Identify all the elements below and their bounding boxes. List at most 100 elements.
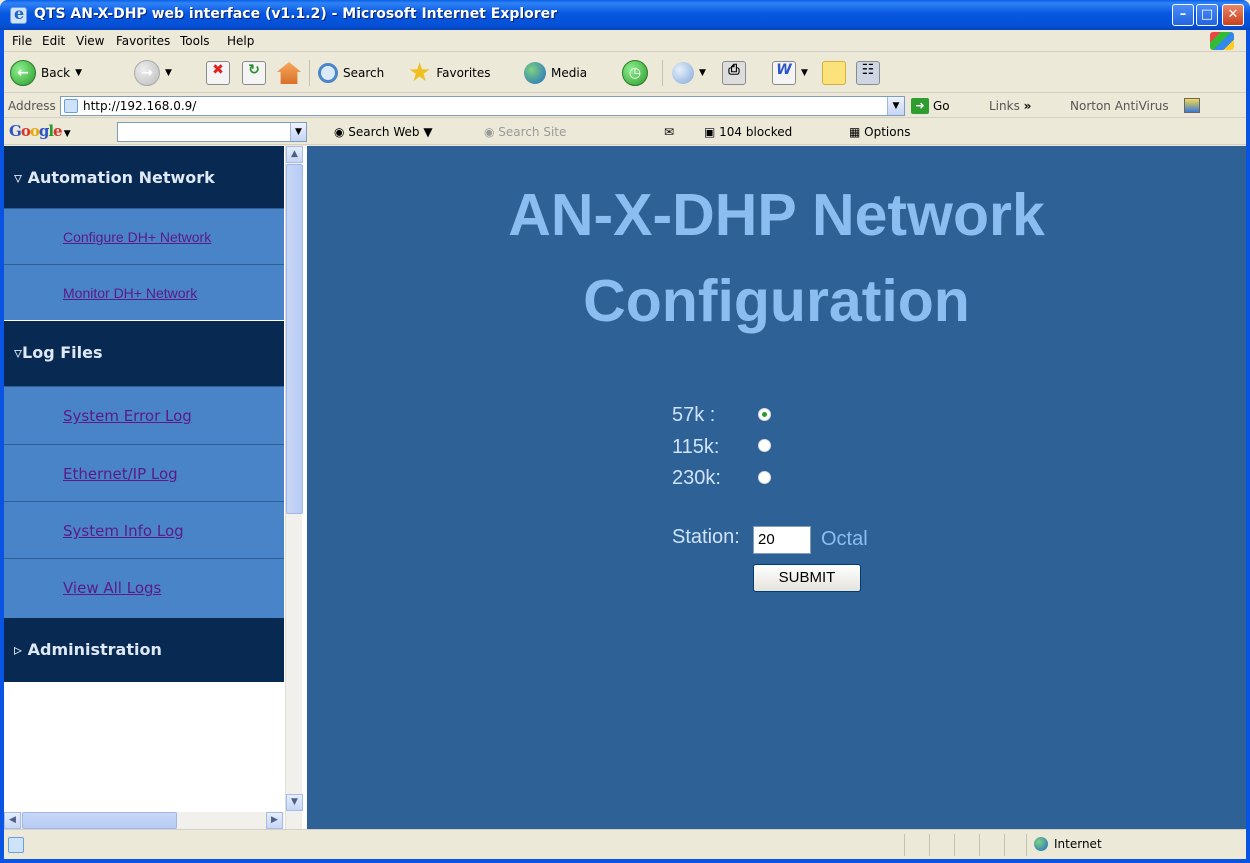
sidebar-item-configure-dh[interactable]: Configure DH+ Network <box>4 208 284 264</box>
menu-favorites[interactable]: Favorites <box>116 34 170 48</box>
links-button[interactable]: Links » <box>989 99 1031 113</box>
submit-button[interactable]: SUBMIT <box>753 564 861 592</box>
google-logo[interactable]: Google ▼ <box>9 122 71 140</box>
forward-dropdown-icon[interactable]: ▼ <box>165 68 172 78</box>
vertical-scrollbar[interactable]: ▲ ▼ <box>285 146 303 829</box>
favorites-button[interactable]: ★ Favorites <box>408 59 491 87</box>
search-site-label: Search Site <box>498 125 567 139</box>
system-error-log-link[interactable]: System Error Log <box>63 407 192 425</box>
mail-icon <box>672 62 694 84</box>
horizontal-scroll-thumb[interactable] <box>22 812 177 829</box>
popup-blocker-button[interactable]: ▣ 104 blocked <box>704 125 792 139</box>
sidebar-item-monitor-dh[interactable]: Monitor DH+ Network <box>4 264 284 320</box>
monitor-dh-link[interactable]: Monitor DH+ Network <box>63 285 197 301</box>
options-label: Options <box>864 125 911 139</box>
sidebar-item-system-error-log[interactable]: System Error Log <box>4 386 284 444</box>
vertical-scroll-thumb[interactable] <box>286 164 303 514</box>
news-icon[interactable]: ✉ <box>664 125 674 139</box>
mail-dropdown-icon[interactable]: ▼ <box>699 68 706 78</box>
stop-button[interactable]: ✖ <box>206 59 230 87</box>
station-input[interactable]: 20 <box>753 526 811 554</box>
view-all-logs-link[interactable]: View All Logs <box>63 579 161 597</box>
history-icon: ◷ <box>622 60 648 86</box>
edit-button[interactable]: W ▼ <box>772 59 808 87</box>
media-icon <box>524 62 546 84</box>
configure-dh-link[interactable]: Configure DH+ Network <box>63 229 211 245</box>
status-bar: Internet <box>4 829 1246 859</box>
forward-button[interactable]: → ▼ <box>134 59 172 87</box>
note-icon <box>822 61 846 85</box>
maximize-button[interactable]: □ <box>1196 4 1218 26</box>
window-title: QTS AN-X-DHP web interface (v1.1.2) - Mi… <box>34 6 558 22</box>
horizontal-scrollbar[interactable]: ◀ ▶ <box>4 812 284 829</box>
address-input[interactable]: http://192.168.0.9/ ▼ <box>60 96 905 116</box>
page-title: AN-X-DHP Network Configuration <box>307 172 1246 344</box>
scroll-down-icon[interactable]: ▼ <box>286 794 303 811</box>
section-log-files[interactable]: ▿Log Files <box>4 321 284 386</box>
print-button[interactable]: ⎙ <box>722 59 746 87</box>
discuss-button[interactable] <box>822 59 846 87</box>
title-bar[interactable]: QTS AN-X-DHP web interface (v1.1.2) - Mi… <box>0 0 1250 30</box>
norton-icon[interactable] <box>1184 98 1200 113</box>
media-button[interactable]: Media <box>524 59 587 87</box>
status-separator <box>954 834 955 856</box>
scroll-up-icon[interactable]: ▲ <box>286 146 303 163</box>
back-dropdown-icon[interactable]: ▼ <box>75 68 82 78</box>
norton-antivirus-button[interactable]: Norton AntiVirus <box>1070 99 1169 113</box>
links-chevron-icon: » <box>1023 99 1032 113</box>
go-button[interactable]: ➜ Go <box>911 98 950 114</box>
menu-tools[interactable]: Tools <box>180 34 210 48</box>
search-site-button[interactable]: ◉ Search Site <box>484 125 566 139</box>
sidebar: ▿ Automation Network Configure DH+ Netwo… <box>4 146 284 829</box>
home-button[interactable] <box>277 59 301 87</box>
baud-115k-radio[interactable] <box>758 439 771 452</box>
baud-57k-radio[interactable] <box>758 408 771 421</box>
options-button[interactable]: ▦ Options <box>849 125 910 139</box>
scroll-left-icon[interactable]: ◀ <box>4 812 21 829</box>
menu-view[interactable]: View <box>76 34 104 48</box>
address-url[interactable]: http://192.168.0.9/ <box>83 99 196 113</box>
sidebar-item-system-info-log[interactable]: System Info Log <box>4 501 284 558</box>
minimize-button[interactable]: – <box>1172 4 1194 26</box>
favorites-star-icon: ★ <box>408 58 432 88</box>
links-label: Links <box>989 99 1020 113</box>
search-web-button[interactable]: ◉ Search Web ▼ <box>334 125 433 139</box>
print-icon: ⎙ <box>722 61 746 85</box>
browser-window: QTS AN-X-DHP web interface (v1.1.2) - Mi… <box>0 0 1250 863</box>
baud-115k-label: 115k: <box>672 436 720 458</box>
section-administration[interactable]: ▹ Administration <box>4 618 284 682</box>
research-button[interactable]: ☷ <box>856 59 880 87</box>
window-frame: File Edit View Favorites Tools Help ← Ba… <box>4 30 1246 859</box>
scroll-right-icon[interactable]: ▶ <box>266 812 283 829</box>
home-icon <box>277 62 301 84</box>
history-button[interactable]: ◷ <box>622 59 648 87</box>
edit-dropdown-icon[interactable]: ▼ <box>801 68 808 78</box>
menu-file[interactable]: File <box>12 34 32 48</box>
station-unit-label: Octal <box>821 528 868 550</box>
menu-edit[interactable]: Edit <box>42 34 65 48</box>
system-info-log-link[interactable]: System Info Log <box>63 522 184 540</box>
address-label: Address <box>8 99 56 113</box>
go-label: Go <box>933 99 950 113</box>
google-dropdown-icon[interactable]: ▼ <box>290 123 306 141</box>
back-button[interactable]: ← Back ▼ <box>10 59 82 87</box>
status-separator <box>1026 834 1027 856</box>
sidebar-item-ethernet-ip-log[interactable]: Ethernet/IP Log <box>4 444 284 501</box>
heading-line-2: Configuration <box>583 268 970 334</box>
close-button[interactable]: ✕ <box>1222 4 1244 26</box>
menu-help[interactable]: Help <box>227 34 254 48</box>
search-icon <box>318 63 338 83</box>
toolbar-separator <box>662 60 663 86</box>
baud-230k-radio[interactable] <box>758 471 771 484</box>
search-label: Search <box>343 66 385 80</box>
refresh-button[interactable]: ↻ <box>242 59 266 87</box>
windows-logo-icon <box>1210 32 1234 50</box>
address-dropdown-icon[interactable]: ▼ <box>887 97 904 115</box>
search-button[interactable]: Search <box>318 59 384 87</box>
google-search-input[interactable]: ▼ <box>117 122 307 142</box>
sidebar-item-view-all-logs[interactable]: View All Logs <box>4 558 284 618</box>
section-automation-network[interactable]: ▿ Automation Network <box>4 146 284 208</box>
address-bar: Address http://192.168.0.9/ ▼ ➜ Go Links… <box>4 94 1246 118</box>
ethernet-ip-log-link[interactable]: Ethernet/IP Log <box>63 465 178 483</box>
mail-button[interactable]: ▼ <box>672 59 706 87</box>
